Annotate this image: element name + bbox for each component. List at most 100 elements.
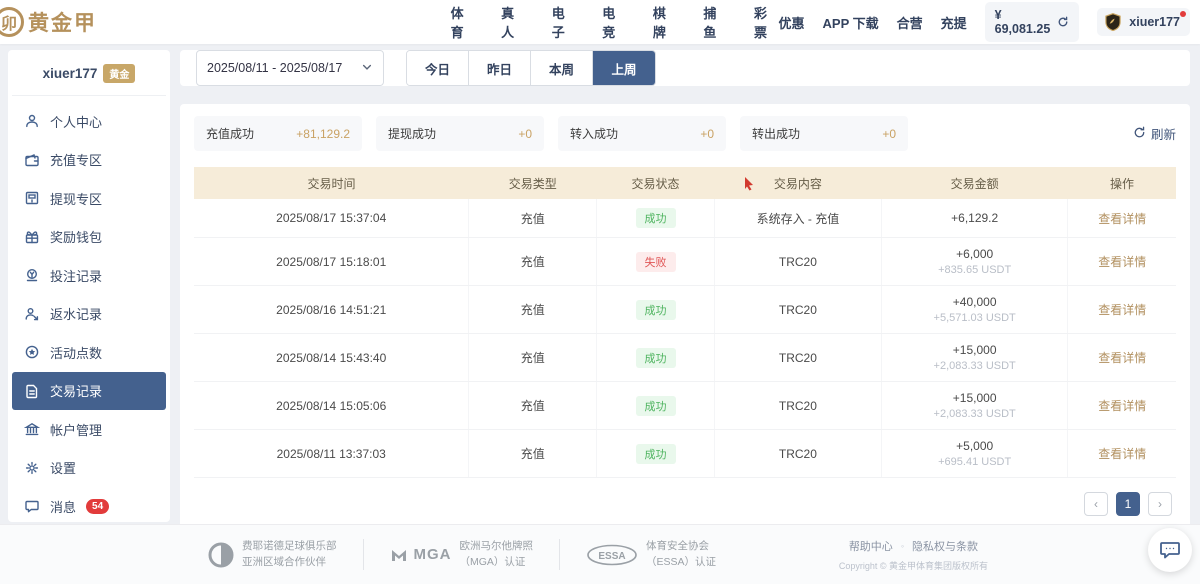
- cell-type: 充值: [469, 430, 597, 478]
- cell-amount: +15,000 +2,083.33 USDT: [881, 334, 1068, 382]
- sidebar-item-activity-points[interactable]: 活动点数: [12, 333, 166, 372]
- help-center-link[interactable]: 帮助中心: [849, 538, 893, 554]
- sidebar-item-label: 返水记录: [50, 304, 102, 323]
- col-time: 交易时间: [194, 167, 469, 199]
- link-promotions[interactable]: 优惠: [779, 13, 805, 32]
- refresh-label: 刷新: [1151, 124, 1176, 143]
- sidebar-item-withdraw[interactable]: 提现专区: [12, 179, 166, 218]
- summary-transfer-in-success: 转入成功 +0: [558, 116, 726, 151]
- balance-amount: ¥ 69,081.25: [995, 8, 1051, 36]
- link-deposit-withdraw[interactable]: 充提: [941, 13, 967, 32]
- sidebar-item-transaction-records[interactable]: 交易记录: [12, 372, 166, 411]
- tab-today[interactable]: 今日: [407, 51, 469, 85]
- content-area: xiuer177 黄金 个人中心 充值专区 提现专区: [0, 44, 1200, 522]
- summary-value: +81,129.2: [296, 127, 350, 141]
- col-action: 操作: [1068, 167, 1176, 199]
- bank-icon: [24, 421, 40, 437]
- balance-display[interactable]: ¥ 69,081.25: [985, 2, 1080, 42]
- refresh-icon: [1133, 126, 1146, 142]
- nav-live[interactable]: 真人: [501, 3, 526, 41]
- nav-slots[interactable]: 电子: [552, 3, 577, 41]
- view-details-link[interactable]: 查看详情: [1098, 212, 1146, 226]
- cell-time: 2025/08/11 13:37:03: [194, 430, 469, 478]
- customer-service-chat-button[interactable]: [1148, 528, 1192, 572]
- view-details-link[interactable]: 查看详情: [1098, 351, 1146, 365]
- star-icon: [24, 344, 40, 360]
- brand-logo[interactable]: 卯 黄金甲: [0, 7, 169, 37]
- nav-sports[interactable]: 体育: [451, 3, 476, 41]
- summary-value: +0: [882, 127, 896, 141]
- status-badge: 成功: [636, 444, 676, 464]
- pagination-next-button[interactable]: ›: [1148, 492, 1172, 516]
- nav-chess[interactable]: 棋牌: [653, 3, 678, 41]
- brand-logo-text: 黄金甲: [28, 7, 97, 37]
- sidebar-item-label: 消息: [50, 497, 76, 516]
- summary-transfer-out-success: 转出成功 +0: [740, 116, 908, 151]
- summary-value: +0: [518, 127, 532, 141]
- transactions-card: 充值成功 +81,129.2 提现成功 +0 转入成功 +0 转出成功 +0: [180, 104, 1190, 532]
- summary-label: 转入成功: [570, 125, 618, 142]
- view-details-link[interactable]: 查看详情: [1098, 399, 1146, 413]
- withdraw-icon: [24, 190, 40, 206]
- sidebar-item-account-management[interactable]: 帐户管理: [12, 410, 166, 449]
- tab-last-week[interactable]: 上周: [593, 51, 655, 85]
- view-details-link[interactable]: 查看详情: [1098, 303, 1146, 317]
- cell-content: TRC20: [714, 382, 881, 430]
- privacy-terms-link[interactable]: 隐私权与条款: [912, 538, 978, 554]
- status-badge: 成功: [636, 208, 676, 228]
- cell-amount: +40,000 +5,571.03 USDT: [881, 286, 1068, 334]
- view-details-link[interactable]: 查看详情: [1098, 447, 1146, 461]
- gift-icon: [24, 229, 40, 245]
- sidebar-item-reward-wallet[interactable]: 奖励钱包: [12, 218, 166, 257]
- table-header-row: 交易时间 交易类型 交易状态 交易内容 交易金额 操作: [194, 167, 1176, 199]
- user-menu[interactable]: xiuer177: [1097, 8, 1190, 36]
- certifications: 费耶诺德足球俱乐部 亚洲区域合作伙伴 MGA 欧洲马尔他牌照 （MGA）认证 E…: [208, 539, 742, 571]
- bet-record-icon: [24, 267, 40, 283]
- summary-row: 充值成功 +81,129.2 提现成功 +0 转入成功 +0 转出成功 +0: [194, 116, 1176, 151]
- cert-feyenoord: 费耶诺德足球俱乐部 亚洲区域合作伙伴: [208, 539, 363, 571]
- status-badge: 成功: [636, 396, 676, 416]
- sidebar-item-messages[interactable]: 消息 54: [12, 487, 166, 526]
- pagination-page-1[interactable]: 1: [1116, 492, 1140, 516]
- cell-type: 充值: [469, 199, 597, 238]
- summary-label: 充值成功: [206, 125, 254, 142]
- refresh-balance-icon[interactable]: [1057, 16, 1069, 28]
- nav-lottery[interactable]: 彩票: [754, 3, 779, 41]
- cell-time: 2025/08/14 15:43:40: [194, 334, 469, 382]
- sidebar-item-personal-center[interactable]: 个人中心: [12, 102, 166, 141]
- sidebar-item-label: 交易记录: [50, 381, 102, 400]
- amount-usdt: +835.65 USDT: [886, 264, 1064, 276]
- summary-label: 提现成功: [388, 125, 436, 142]
- sidebar-username: xiuer177: [43, 66, 98, 81]
- tab-yesterday[interactable]: 昨日: [469, 51, 531, 85]
- date-range-select[interactable]: 2025/08/11 - 2025/08/17: [196, 50, 384, 86]
- link-app-download[interactable]: APP 下载: [823, 13, 879, 32]
- status-badge: 成功: [636, 348, 676, 368]
- sidebar-user: xiuer177 黄金: [12, 60, 166, 96]
- tab-this-week[interactable]: 本周: [531, 51, 593, 85]
- table-row: 2025/08/14 15:05:06 充值 成功 TRC20 +15,000 …: [194, 382, 1176, 430]
- link-affiliate[interactable]: 合营: [897, 13, 923, 32]
- sidebar-item-label: 充值专区: [50, 150, 102, 169]
- sidebar-item-bet-records[interactable]: 投注记录: [12, 256, 166, 295]
- nav-esports[interactable]: 电竞: [602, 3, 627, 41]
- view-details-link[interactable]: 查看详情: [1098, 255, 1146, 269]
- transactions-table: 交易时间 交易类型 交易状态 交易内容 交易金额 操作 2025/08/17 1…: [194, 167, 1176, 478]
- cell-content: TRC20: [714, 430, 881, 478]
- chat-bubble-icon: [1158, 538, 1182, 562]
- cell-amount: +15,000 +2,083.33 USDT: [881, 382, 1068, 430]
- top-bar: 卯 黄金甲 体育 真人 电子 电竞 棋牌 捕鱼 彩票 优惠 APP 下载 合营 …: [0, 0, 1200, 44]
- sidebar-item-label: 投注记录: [50, 266, 102, 285]
- nav-fishing[interactable]: 捕鱼: [703, 3, 728, 41]
- sidebar-item-rebate-records[interactable]: 返水记录: [12, 295, 166, 334]
- cell-content: TRC20: [714, 286, 881, 334]
- sidebar-item-settings[interactable]: 设置: [12, 449, 166, 488]
- document-icon: [24, 383, 40, 399]
- pagination-prev-button[interactable]: ‹: [1084, 492, 1108, 516]
- table-row: 2025/08/17 15:37:04 充值 成功 系统存入 - 充值 +6,1…: [194, 199, 1176, 238]
- sidebar-menu: 个人中心 充值专区 提现专区 奖励钱包: [12, 96, 166, 526]
- sidebar-item-deposit[interactable]: 充值专区: [12, 141, 166, 180]
- refresh-button[interactable]: 刷新: [1133, 124, 1176, 143]
- cell-type: 充值: [469, 334, 597, 382]
- footer: 费耶诺德足球俱乐部 亚洲区域合作伙伴 MGA 欧洲马尔他牌照 （MGA）认证 E…: [0, 524, 1200, 584]
